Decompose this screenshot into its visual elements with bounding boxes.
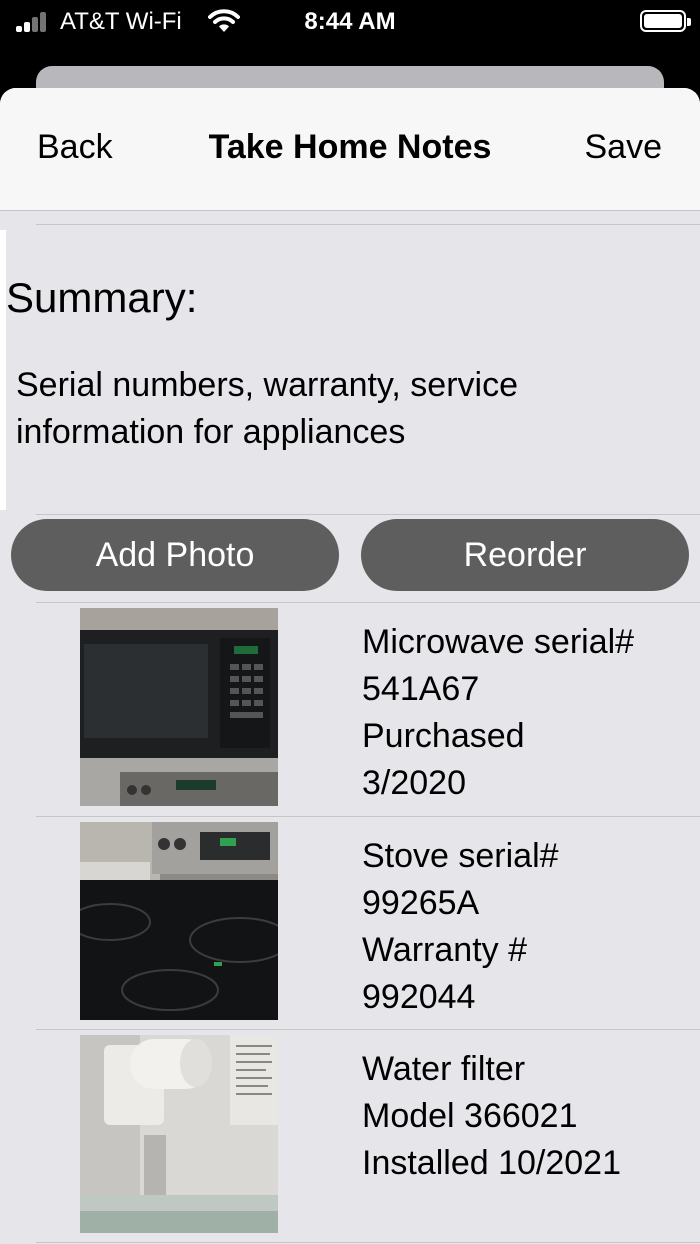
summary-label: Summary:	[6, 274, 198, 321]
status-bar: AT&T Wi-Fi 8:44 AM	[0, 0, 700, 50]
reorder-button[interactable]: Reorder	[361, 519, 689, 591]
summary-text[interactable]: Serial numbers, warranty, service inform…	[16, 362, 656, 456]
divider	[36, 514, 700, 515]
stove-photo[interactable]	[80, 822, 278, 1020]
text-area-edge	[0, 230, 6, 510]
status-time: 8:44 AM	[304, 8, 396, 35]
photo-caption: Water filter Model 366021 Installed 10/2…	[362, 1050, 621, 1182]
battery-icon	[640, 10, 691, 32]
list-item[interactable]: Water filter Model 366021 Installed 10/2…	[0, 1030, 700, 1244]
navigation-bar: Back Take Home Notes Save	[0, 88, 700, 211]
save-button[interactable]: Save	[585, 128, 663, 167]
list-item[interactable]: Stove serial# 99265A Warranty # 992044	[0, 817, 700, 1031]
photo-caption: Stove serial# 99265A Warranty # 992044	[362, 837, 559, 1016]
divider	[36, 224, 700, 225]
divider	[36, 1242, 700, 1243]
add-photo-button[interactable]: Add Photo	[11, 519, 339, 591]
modal-sheet: Back Take Home Notes Save Summary: Seria…	[0, 88, 700, 1244]
photo-caption: Microwave serial# 541A67 Purchased 3/202…	[362, 623, 635, 802]
list-item[interactable]: Microwave serial# 541A67 Purchased 3/202…	[0, 603, 700, 817]
water-filter-photo[interactable]	[80, 1035, 278, 1233]
microwave-photo[interactable]	[80, 608, 278, 806]
